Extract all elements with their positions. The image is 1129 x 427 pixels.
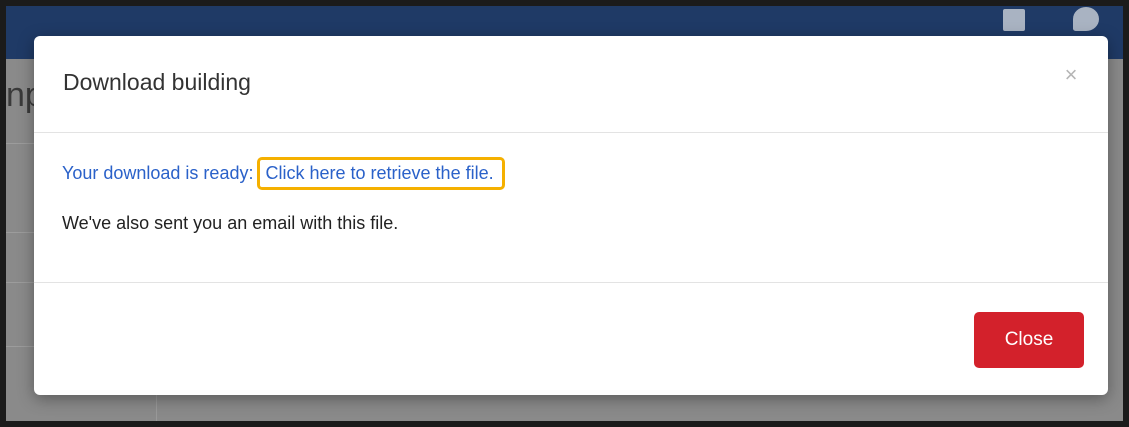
dialog-title: Download building: [63, 69, 251, 95]
download-dialog: Download building × Your download is rea…: [34, 36, 1108, 395]
notification-icon[interactable]: [1003, 9, 1025, 31]
dialog-header: Download building ×: [34, 36, 1108, 133]
close-button[interactable]: Close: [974, 312, 1084, 368]
ready-separator: :: [248, 163, 254, 183]
retrieve-file-link[interactable]: Click here to retrieve the file.: [256, 157, 505, 190]
close-icon[interactable]: ×: [1058, 62, 1084, 88]
chat-icon[interactable]: [1073, 7, 1099, 31]
download-ready-text: Your download is ready: [62, 163, 249, 183]
dialog-body: Your download is ready: Click here to re…: [34, 133, 1108, 283]
dialog-footer: Close: [34, 283, 1108, 395]
email-notice: We've also sent you an email with this f…: [62, 213, 399, 233]
download-ready-message: Your download is ready: Click here to re…: [62, 157, 505, 190]
